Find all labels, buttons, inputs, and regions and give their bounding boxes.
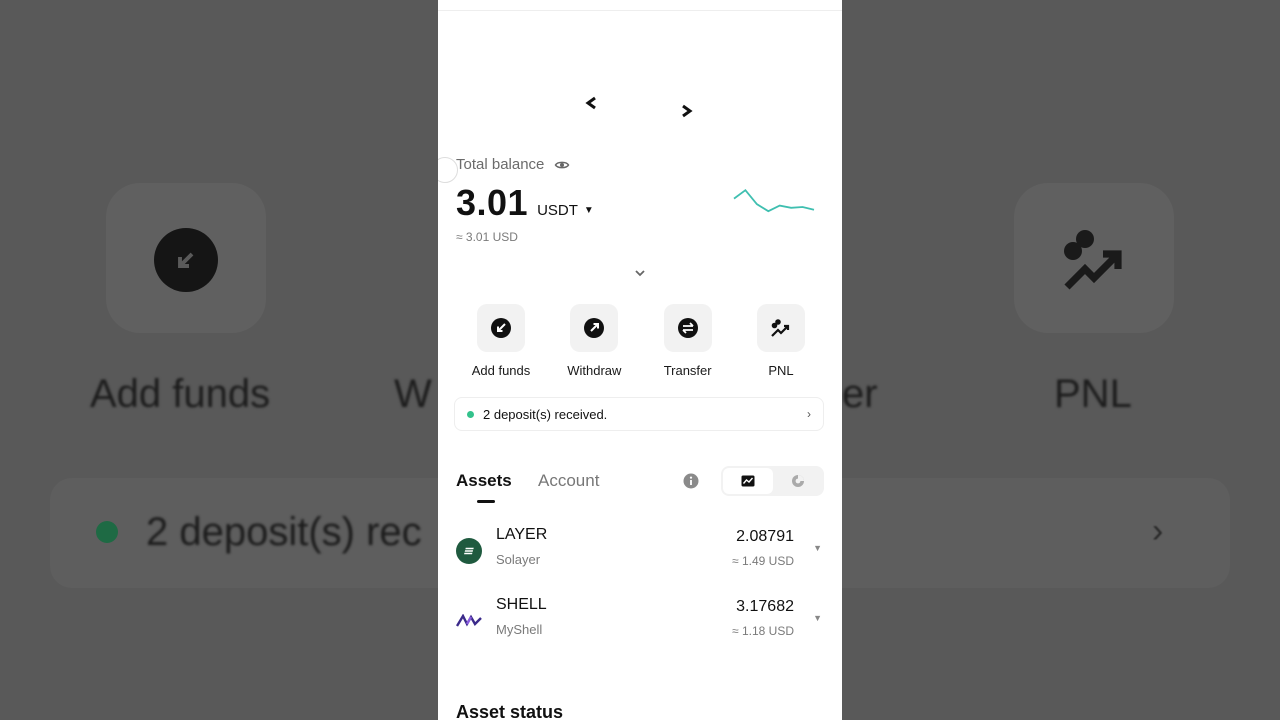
transfer-button[interactable]: Transfer xyxy=(643,304,733,378)
balance-sparkline xyxy=(733,188,815,213)
top-divider xyxy=(438,10,842,11)
chart-view-button[interactable] xyxy=(723,468,773,494)
info-icon[interactable] xyxy=(683,473,699,489)
currency-selector[interactable]: USDT xyxy=(537,202,578,219)
total-balance-header: Total balance xyxy=(456,156,570,173)
line-chart-icon xyxy=(741,475,755,487)
pnl-label: PNL xyxy=(768,363,794,378)
asset-status-title: Asset status xyxy=(456,702,564,720)
caret-down-icon[interactable]: ▼ xyxy=(584,205,594,216)
transfer-label: Transfer xyxy=(663,363,712,378)
add-funds-tile[interactable] xyxy=(477,304,525,352)
bg-deposit-icon xyxy=(154,228,218,292)
asset-quantity: 3.17682 xyxy=(736,598,794,615)
balance-row: 3.01 USDT ▼ xyxy=(456,182,594,224)
bg-chevron-icon: › xyxy=(1152,512,1164,550)
deposit-notice-text: 2 deposit(s) received. xyxy=(483,406,608,422)
asset-usd-value: ≈ 1.18 USD xyxy=(732,624,794,638)
transfer-icon xyxy=(677,318,698,338)
bg-label-pnl: PNL xyxy=(1054,372,1132,416)
deposit-notice[interactable]: 2 deposit(s) received. › xyxy=(454,397,824,431)
status-dot xyxy=(467,410,474,418)
sparkline-path xyxy=(733,188,815,213)
total-balance-label: Total balance xyxy=(456,156,545,173)
asset-name: Solayer xyxy=(496,552,541,567)
asset-row-layer[interactable]: LAYER Solayer 2.08791 ≈ 1.49 USD ▼ xyxy=(456,524,826,574)
chevron-left-icon[interactable] xyxy=(584,94,598,117)
asset-quantity: 2.08791 xyxy=(736,528,794,545)
solayer-logo-icon xyxy=(456,538,482,564)
pie-chart-icon xyxy=(791,475,804,487)
action-row: Add funds Withdraw Transfer PNL xyxy=(456,304,826,378)
withdraw-tile[interactable] xyxy=(570,304,619,352)
phone-screen: Total balance 3.01 USDT ▼ ≈ 3.01 USD Add… xyxy=(438,0,842,720)
deposit-icon xyxy=(491,318,511,338)
asset-symbol: SHELL xyxy=(496,596,547,613)
withdraw-label: Withdraw xyxy=(567,363,622,378)
view-toggle xyxy=(721,466,824,496)
tab-assets[interactable]: Assets xyxy=(456,471,512,491)
balance-amount: 3.01 xyxy=(456,182,529,223)
chevron-right-icon: › xyxy=(807,407,811,421)
bg-notice-text: 2 deposit(s) rec xyxy=(146,510,422,554)
eye-icon[interactable] xyxy=(554,157,570,173)
pnl-icon xyxy=(771,319,790,337)
touch-indicator xyxy=(438,157,458,183)
pnl-button[interactable]: PNL xyxy=(736,304,826,378)
add-funds-label: Add funds xyxy=(471,363,531,378)
asset-usd-value: ≈ 1.49 USD xyxy=(732,554,794,568)
tab-account[interactable]: Account xyxy=(538,471,599,491)
transfer-tile[interactable] xyxy=(663,304,712,352)
asset-name: MyShell xyxy=(496,622,543,637)
bg-pnl-icon xyxy=(1064,230,1122,290)
bg-label-transfer-partial: er xyxy=(842,372,878,416)
chevron-right-icon[interactable] xyxy=(680,102,694,125)
asset-row-shell[interactable]: SHELL MyShell 3.17682 ≈ 1.18 USD ▼ xyxy=(456,594,826,644)
asset-tabs: Assets Account xyxy=(456,466,826,504)
caret-down-icon[interactable]: ▼ xyxy=(813,613,822,623)
pnl-tile[interactable] xyxy=(756,304,805,352)
bg-label-withdraw-partial: W xyxy=(394,372,432,416)
active-tab-indicator xyxy=(477,500,495,503)
add-funds-button[interactable]: Add funds xyxy=(456,304,546,378)
withdraw-button[interactable]: Withdraw xyxy=(549,304,639,378)
pie-view-button[interactable] xyxy=(773,468,822,494)
myshell-logo-icon xyxy=(456,608,482,634)
bg-label-add-funds: Add funds xyxy=(90,372,271,416)
bg-notice-dot xyxy=(96,521,118,543)
balance-usd-approx: ≈ 3.01 USD xyxy=(456,230,518,244)
withdraw-icon xyxy=(584,318,605,338)
chevron-down-icon[interactable] xyxy=(633,266,647,280)
caret-down-icon[interactable]: ▼ xyxy=(813,543,822,553)
asset-symbol: LAYER xyxy=(496,526,548,543)
